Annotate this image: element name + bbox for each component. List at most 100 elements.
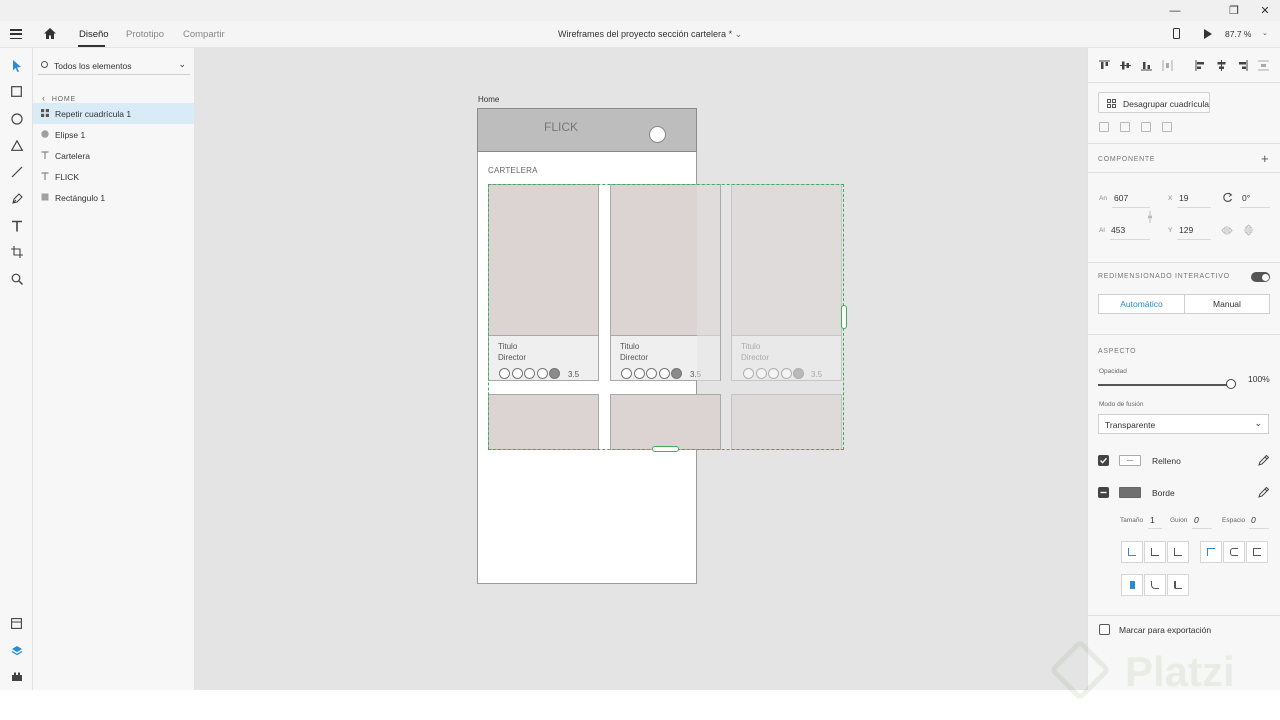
triangle-icon[interactable]: [9, 138, 24, 153]
tab-compartir[interactable]: Compartir: [183, 29, 225, 40]
resize-auto-option[interactable]: Automático: [1099, 295, 1185, 313]
artboard-name[interactable]: Home: [478, 95, 499, 104]
plugins-icon[interactable]: [9, 669, 24, 684]
responsive-resize-toggle[interactable]: [1251, 272, 1270, 282]
align-bottom-icon[interactable]: [1141, 60, 1152, 71]
height-field[interactable]: 453: [1111, 225, 1125, 235]
join-miter-icon[interactable]: [1200, 541, 1222, 563]
app-logo-text[interactable]: FLICK: [544, 120, 578, 134]
opacity-slider-track[interactable]: [1098, 384, 1230, 386]
pen-icon[interactable]: [9, 191, 24, 206]
opacity-value[interactable]: 100%: [1248, 374, 1270, 384]
eyedropper-icon[interactable]: [1258, 487, 1269, 498]
text-icon[interactable]: [9, 218, 24, 233]
indeterminate-icon: [1100, 491, 1107, 494]
export-checkbox[interactable]: [1099, 624, 1110, 635]
layers-icon[interactable]: [9, 643, 24, 658]
ellipse-icon[interactable]: [9, 111, 24, 126]
border-checkbox[interactable]: [1098, 487, 1109, 498]
layer-item-cartelera[interactable]: Cartelera: [33, 145, 194, 166]
boolean-subtract-icon[interactable]: [1120, 122, 1130, 132]
x-field[interactable]: 19: [1179, 193, 1188, 203]
eyedropper-icon[interactable]: [1258, 455, 1269, 466]
zoom-caret-icon[interactable]: ⌄: [1262, 29, 1268, 37]
avatar-ellipse[interactable]: [649, 126, 666, 143]
component-section-title: COMPONENTE: [1098, 156, 1156, 163]
window-titlebar: — ❐ ✕: [0, 0, 1280, 21]
stroke-inner-icon[interactable]: [1121, 541, 1143, 563]
layer-item-rectangulo[interactable]: Rectángulo 1: [33, 187, 194, 208]
close-button[interactable]: ✕: [1250, 0, 1280, 21]
layer-item-elipse[interactable]: Elipse 1: [33, 124, 194, 145]
grid-icon: [1107, 99, 1116, 108]
add-component-button[interactable]: +: [1261, 151, 1269, 166]
ungroup-grid-button[interactable]: Desagrupar cuadrícula: [1098, 92, 1210, 113]
rotate-icon: [1223, 192, 1233, 203]
play-preview-icon[interactable]: [1204, 29, 1212, 39]
tab-diseno[interactable]: Diseño: [79, 29, 109, 40]
chevron-down-icon: ⌄: [178, 59, 186, 69]
width-field[interactable]: 607: [1114, 193, 1128, 203]
align-right-icon[interactable]: [1237, 60, 1248, 71]
divider: [1088, 82, 1280, 83]
blend-mode-select[interactable]: Transparente ⌄: [1098, 414, 1269, 434]
field-underline: [1192, 528, 1212, 529]
join-bevel-icon[interactable]: [1246, 541, 1268, 563]
stroke-size-field[interactable]: 1: [1150, 515, 1155, 525]
hamburger-menu-icon[interactable]: [10, 29, 22, 39]
artboard-icon[interactable]: [9, 244, 24, 259]
export-label: Marcar para exportación: [1119, 625, 1212, 635]
line-icon[interactable]: [9, 164, 24, 179]
assets-icon[interactable]: [9, 616, 24, 631]
fill-checkbox[interactable]: [1098, 455, 1109, 466]
layer-item-repeat-grid[interactable]: Repetir cuadrícula 1: [33, 103, 194, 124]
stroke-outer-icon[interactable]: [1144, 541, 1166, 563]
select-icon[interactable]: [9, 58, 24, 73]
home-icon[interactable]: [43, 27, 57, 40]
flip-vertical-icon[interactable]: [1244, 224, 1253, 236]
document-title[interactable]: Wireframes del proyecto sección carteler…: [558, 29, 742, 40]
repeat-grid-horizontal-handle[interactable]: [841, 305, 847, 329]
layer-item-label: Cartelera: [55, 151, 90, 161]
opacity-slider-handle[interactable]: [1226, 379, 1236, 389]
border-color-swatch[interactable]: [1119, 487, 1141, 498]
section-title[interactable]: CARTELERA: [488, 166, 538, 175]
flip-horizontal-icon[interactable]: [1221, 226, 1233, 235]
fill-color-swatch[interactable]: [1119, 455, 1141, 466]
repeat-grid-vertical-handle[interactable]: [652, 446, 679, 452]
resize-manual-option[interactable]: Manual: [1185, 295, 1269, 313]
zoom-icon[interactable]: [9, 271, 24, 286]
layer-filter-dropdown[interactable]: Todos los elementos ⌄: [38, 56, 190, 75]
align-center-icon[interactable]: [1216, 60, 1227, 71]
boolean-intersect-icon[interactable]: [1141, 122, 1151, 132]
boolean-exclude-icon[interactable]: [1162, 122, 1172, 132]
restore-button[interactable]: ❐: [1219, 0, 1249, 21]
watermark-text: Platzi: [1125, 648, 1235, 695]
distribute-horizontal-icon[interactable]: [1162, 60, 1173, 71]
lock-aspect-icon[interactable]: [1147, 211, 1153, 223]
join-round-icon[interactable]: [1223, 541, 1245, 563]
boolean-add-icon[interactable]: [1099, 122, 1109, 132]
align-left-icon[interactable]: [1195, 60, 1206, 71]
repeat-grid-selection[interactable]: [488, 184, 844, 450]
y-field[interactable]: 129: [1179, 225, 1193, 235]
rectangle-icon[interactable]: [9, 84, 24, 99]
device-preview-icon[interactable]: [1173, 28, 1180, 39]
rotation-field[interactable]: 0°: [1242, 193, 1250, 203]
layer-item-flick[interactable]: FLICK: [33, 166, 194, 187]
corner-round-icon[interactable]: [1144, 574, 1166, 596]
minimize-button[interactable]: —: [1160, 0, 1190, 21]
field-underline: [1240, 207, 1270, 208]
align-top-icon[interactable]: [1099, 60, 1110, 71]
gap-field[interactable]: 0: [1251, 515, 1256, 525]
dash-field[interactable]: 0: [1194, 515, 1199, 525]
corner-bevel-icon[interactable]: [1167, 574, 1189, 596]
breadcrumb[interactable]: ‹ HOME: [42, 93, 76, 103]
field-underline: [1148, 528, 1162, 529]
align-middle-icon[interactable]: [1120, 60, 1131, 71]
distribute-vertical-icon[interactable]: [1258, 60, 1269, 71]
tab-prototipo[interactable]: Prototipo: [126, 29, 164, 40]
zoom-level[interactable]: 87.7 %: [1225, 29, 1251, 39]
stroke-center-icon[interactable]: [1167, 541, 1189, 563]
corner-square-icon[interactable]: [1121, 574, 1143, 596]
